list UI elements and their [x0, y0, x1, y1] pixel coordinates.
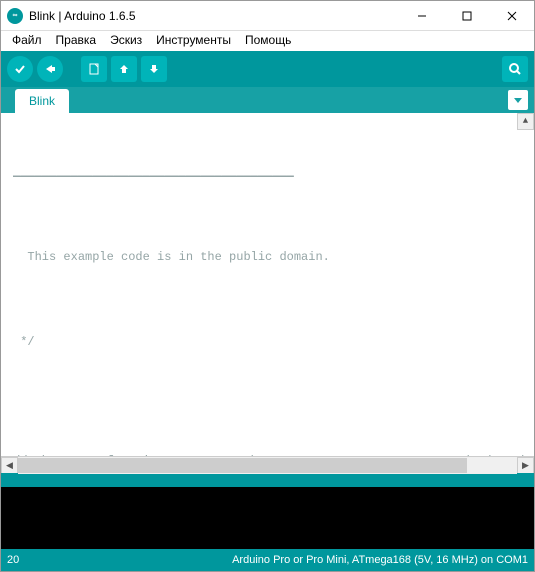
minimize-button[interactable] [399, 1, 444, 30]
window-controls [399, 1, 534, 30]
menu-tools[interactable]: Инструменты [149, 31, 238, 49]
maximize-button[interactable] [444, 1, 489, 30]
window-title: Blink | Arduino 1.6.5 [29, 9, 399, 23]
verify-button[interactable] [7, 56, 33, 82]
tabbar: Blink [1, 87, 534, 113]
code-editor[interactable]: ▲ ______________________________________… [1, 113, 534, 456]
vscroll-up-arrow[interactable]: ▲ [517, 113, 534, 130]
arduino-ide-window: ∞ Blink | Arduino 1.6.5 Файл Правка Эски… [0, 0, 535, 572]
upload-button[interactable] [37, 56, 63, 82]
hscroll-left-arrow[interactable]: ◀ [1, 457, 18, 474]
hscroll-right-arrow[interactable]: ▶ [517, 457, 534, 474]
status-board-info: Arduino Pro or Pro Mini, ATmega168 (5V, … [127, 554, 528, 566]
serial-monitor-button[interactable] [502, 56, 528, 82]
menu-help[interactable]: Помощь [238, 31, 298, 49]
titlebar: ∞ Blink | Arduino 1.6.5 [1, 1, 534, 31]
hscroll-thumb[interactable] [18, 458, 467, 473]
toolbar [1, 51, 534, 87]
console-output[interactable] [1, 487, 534, 549]
new-sketch-button[interactable] [81, 56, 107, 82]
arduino-logo-icon: ∞ [7, 8, 23, 24]
editor-area: ▲ ______________________________________… [1, 113, 534, 473]
tab-menu-button[interactable] [508, 90, 528, 110]
menu-file[interactable]: Файл [5, 31, 49, 49]
message-bar [1, 473, 534, 487]
menu-sketch[interactable]: Эскиз [103, 31, 149, 49]
menubar: Файл Правка Эскиз Инструменты Помощь [1, 31, 534, 51]
save-sketch-button[interactable] [141, 56, 167, 82]
menu-edit[interactable]: Правка [49, 31, 104, 49]
tab-blink[interactable]: Blink [15, 89, 69, 113]
close-button[interactable] [489, 1, 534, 30]
open-sketch-button[interactable] [111, 56, 137, 82]
horizontal-scrollbar[interactable]: ◀ ▶ [1, 456, 534, 473]
status-line-number: 20 [7, 554, 127, 566]
statusbar: 20 Arduino Pro or Pro Mini, ATmega168 (5… [1, 549, 534, 571]
hscroll-track[interactable] [18, 457, 517, 474]
